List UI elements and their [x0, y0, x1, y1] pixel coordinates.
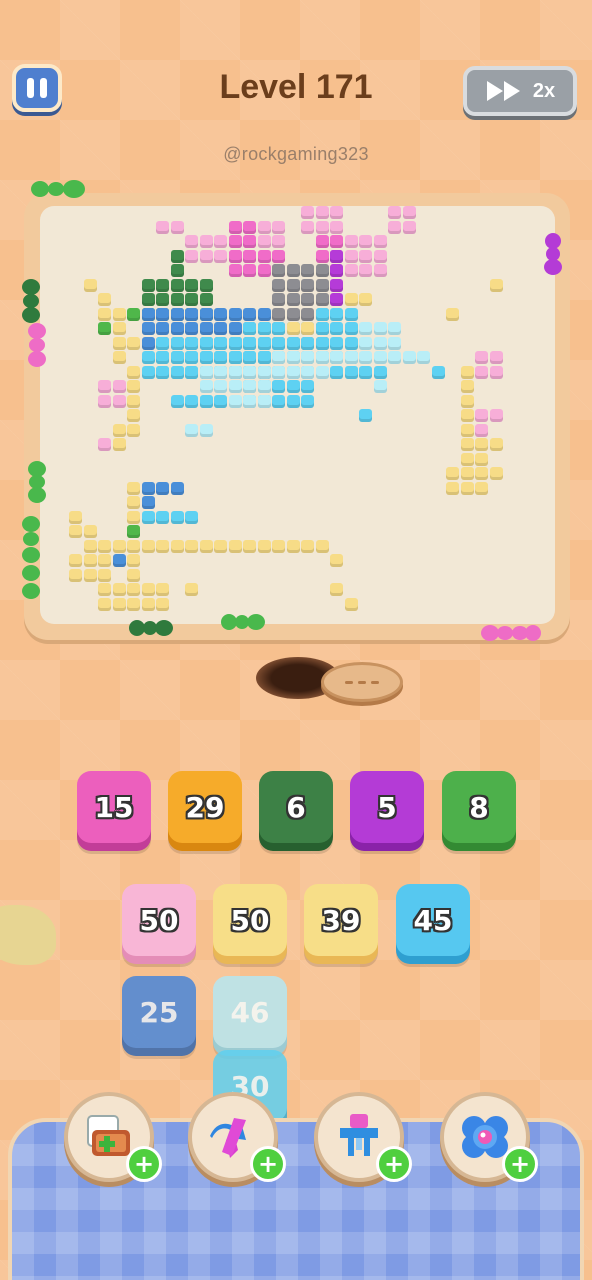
swap-booster[interactable]: + [188, 1092, 286, 1182]
green-ant-icon [22, 279, 40, 323]
speed-button[interactable]: 2x [463, 66, 577, 116]
green-ant-icon [31, 180, 85, 198]
speed-label: 2x [532, 79, 556, 102]
block-count: 5 [377, 790, 397, 824]
hole-lid [321, 662, 403, 702]
color-block[interactable]: 5 [350, 771, 424, 843]
color-block[interactable]: 50 [122, 884, 196, 956]
watermark-text: @rockgaming323 [223, 144, 369, 164]
block-count: 39 [321, 903, 361, 937]
block-count: 45 [413, 903, 453, 937]
block-count: 6 [286, 790, 306, 824]
pink-ant-icon [481, 625, 541, 641]
color-block[interactable]: 8 [442, 771, 516, 843]
block-count: 29 [185, 790, 225, 824]
shield-booster[interactable]: + [440, 1092, 538, 1182]
color-block[interactable]: 45 [396, 884, 470, 956]
add-booster-badge[interactable]: + [502, 1146, 538, 1182]
color-block[interactable]: 15 [77, 771, 151, 843]
block-count: 8 [469, 790, 489, 824]
leaf-decoration [0, 905, 56, 965]
color-block[interactable]: 6 [259, 771, 333, 843]
add-booster-badge[interactable]: + [250, 1146, 286, 1182]
color-block[interactable]: 25 [122, 976, 196, 1048]
green-ant-icon [28, 461, 46, 503]
green-ant-icon [129, 620, 173, 636]
block-count: 46 [230, 995, 270, 1029]
pixel-board [40, 206, 555, 624]
pink-ant-icon [28, 323, 46, 367]
pixel-art [40, 206, 555, 624]
color-block[interactable]: 29 [168, 771, 242, 843]
color-block[interactable]: 50 [213, 884, 287, 956]
block-count: 15 [94, 790, 134, 824]
add-booster-badge[interactable]: + [126, 1146, 162, 1182]
block-count: 50 [230, 903, 270, 937]
green-ant-icon [22, 516, 40, 599]
block-count: 50 [139, 903, 179, 937]
magnet-booster[interactable]: + [314, 1092, 412, 1182]
green-ant-icon [221, 614, 265, 630]
purple-ant-icon [544, 233, 562, 275]
fast-forward-icon [486, 81, 520, 101]
color-block[interactable]: 39 [304, 884, 378, 956]
color-block[interactable]: 46 [213, 976, 287, 1048]
block-count: 25 [139, 995, 179, 1029]
add-booster-badge[interactable]: + [376, 1146, 412, 1182]
add-tray-booster[interactable]: + [64, 1092, 162, 1182]
